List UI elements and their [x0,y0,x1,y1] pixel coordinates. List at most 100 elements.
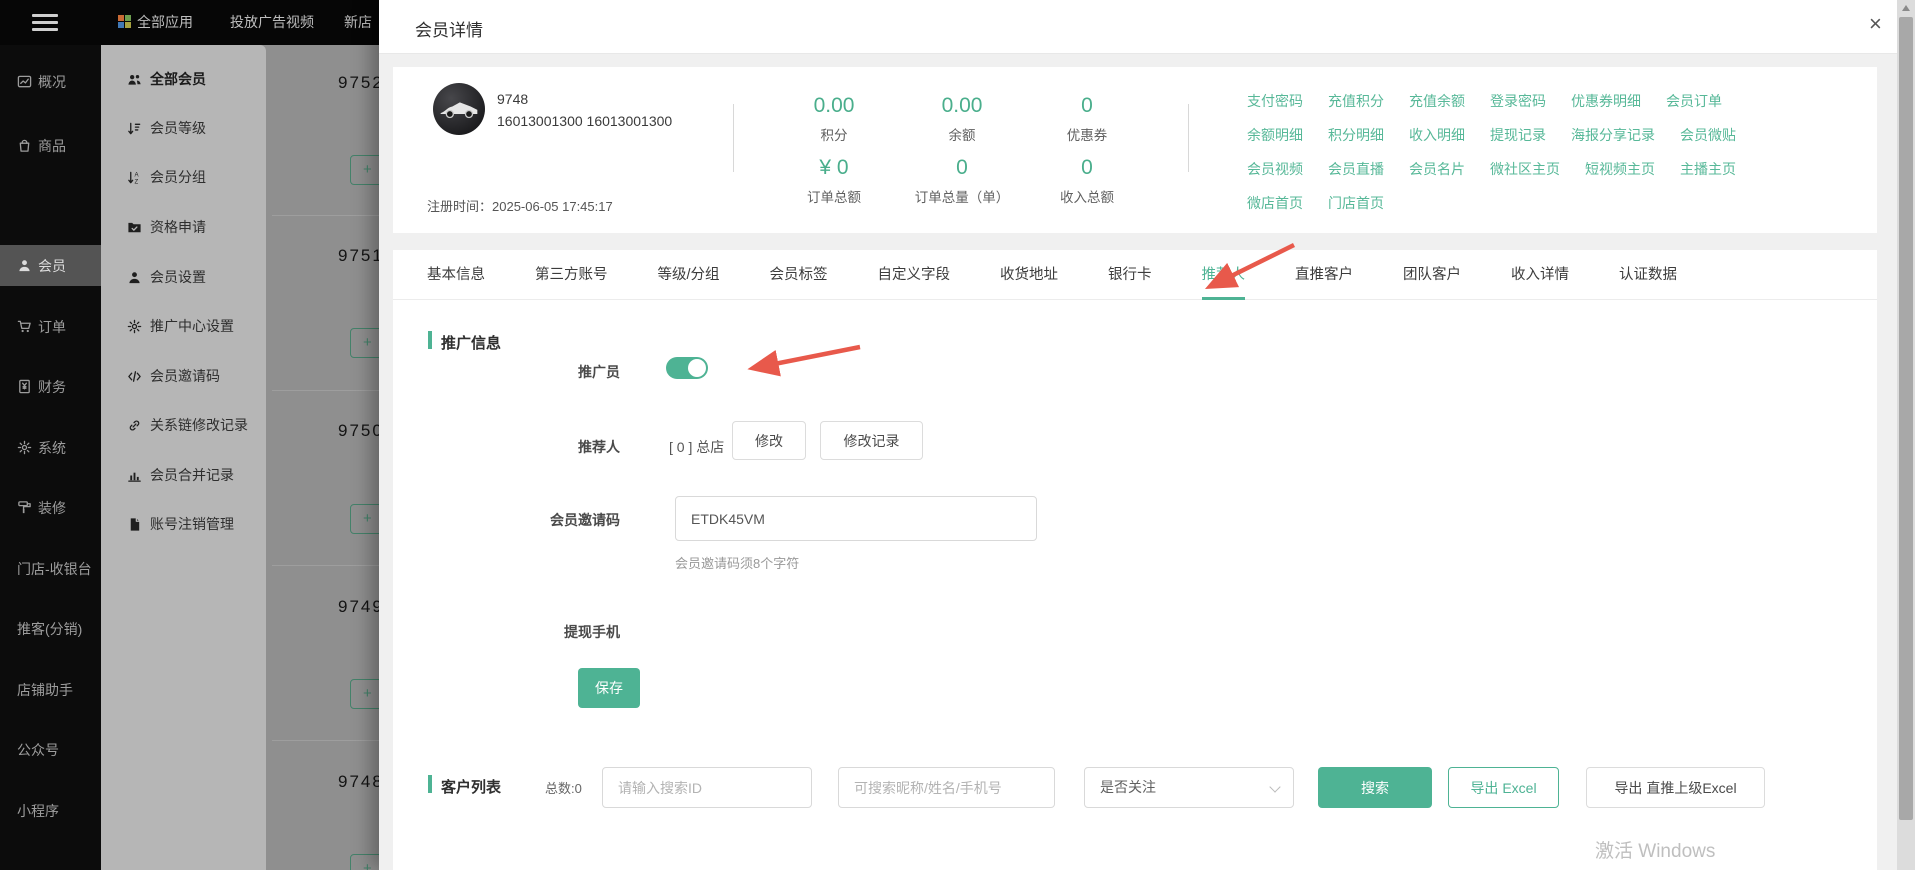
link-member-live[interactable]: 会员直播 [1328,159,1384,179]
submenu-relation-log[interactable]: 关系链修改记录 [101,411,266,439]
tab-custom-fields[interactable]: 自定义字段 [878,250,951,300]
link-pay-password[interactable]: 支付密码 [1247,91,1303,111]
sidebar-item-store-cashier[interactable]: 门店-收银台 [0,548,101,589]
link-balance-detail[interactable]: 余额明细 [1247,125,1303,145]
link-points-detail[interactable]: 积分明细 [1328,125,1384,145]
customers-total: 总数:0 [545,781,582,796]
sort-lines-icon [127,121,142,136]
submenu-merge-log[interactable]: 会员合并记录 [101,461,266,489]
submenu-all-members[interactable]: 全部会员 [101,65,266,93]
gear-icon [17,440,32,455]
search-id-input[interactable] [602,767,812,808]
search-button[interactable]: 搜索 [1318,767,1432,808]
link-coupon-detail[interactable]: 优惠券明细 [1571,91,1641,111]
follow-select[interactable]: 是否关注 [1084,767,1294,808]
link-recharge-balance[interactable]: 充值余额 [1409,91,1465,111]
stat-coupons: 0 优惠券 [1066,94,1108,143]
member-avatar[interactable] [433,83,485,135]
link-member-orders[interactable]: 会员订单 [1666,91,1722,111]
apps-grid-icon [118,15,131,28]
sidebar-item-decorate[interactable]: 装修 [0,487,101,528]
link-community-home[interactable]: 微社区主页 [1490,159,1560,179]
drawer-body: 9748 16013001300 16013001300 注册时间：2025-0… [379,54,1897,870]
sidebar-item-orders[interactable]: 订单 [0,306,101,347]
sidebar-item-system[interactable]: 系统 [0,427,101,468]
link-recharge-points[interactable]: 充值积分 [1328,91,1384,111]
cart-icon [17,319,32,334]
tab-direct-customers[interactable]: 直推客户 [1295,250,1353,300]
modify-log-button[interactable]: 修改记录 [820,421,923,460]
tab-bank-card[interactable]: 银行卡 [1108,250,1152,300]
link-store-home[interactable]: 门店首页 [1328,193,1384,213]
gear-icon [127,319,142,334]
hamburger-menu-icon[interactable] [32,14,58,32]
link-short-video-home[interactable]: 短视频主页 [1585,159,1655,179]
quick-links-row-4: 微店首页 门店首页 [1247,193,1384,213]
sidebar-item-overview[interactable]: 概况 [0,61,101,102]
promoter-toggle[interactable] [666,357,708,379]
nav-ad-video[interactable]: 投放广告视频 [230,0,314,45]
tab-member-tags[interactable]: 会员标签 [770,250,828,300]
link-withdraw-log[interactable]: 提现记录 [1490,125,1546,145]
export-excel-button[interactable]: 导出 Excel [1448,767,1559,808]
invite-code-input[interactable] [675,496,1037,541]
member-summary-card: 9748 16013001300 16013001300 注册时间：2025-0… [393,67,1877,233]
link-anchor-home[interactable]: 主播主页 [1680,159,1736,179]
sidebar-item-mini-program[interactable]: 小程序 [0,790,101,831]
scroll-up-icon[interactable] [1902,5,1910,11]
save-button[interactable]: 保存 [578,668,640,708]
expand-row-button[interactable]: + [350,155,379,185]
tab-level-group[interactable]: 等级/分组 [658,250,720,300]
member-row-id: 9748 [338,772,379,791]
link-poster-share-log[interactable]: 海报分享记录 [1571,125,1655,145]
tab-auth-data[interactable]: 认证数据 [1619,250,1677,300]
link-member-card[interactable]: 会员名片 [1409,159,1465,179]
member-id: 9748 [497,91,529,107]
tab-shipping-address[interactable]: 收货地址 [1000,250,1058,300]
tab-referrer[interactable]: 推荐人 [1201,250,1245,300]
nav-partial-item[interactable]: 新店 [344,0,372,45]
tab-basic-info[interactable]: 基本信息 [427,250,485,300]
tab-team-customers[interactable]: 团队客户 [1403,250,1461,300]
link-login-password[interactable]: 登录密码 [1490,91,1546,111]
expand-row-button[interactable]: + [350,504,379,534]
sidebar-item-shop-assistant[interactable]: 店铺助手 [0,669,101,710]
sidebar-item-finance[interactable]: 财务 [0,366,101,407]
link-microstore-home[interactable]: 微店首页 [1247,193,1303,213]
modify-referrer-button[interactable]: 修改 [732,421,806,460]
expand-row-button[interactable]: + [350,679,379,709]
link-income-detail[interactable]: 收入明细 [1409,125,1465,145]
expand-row-button[interactable]: + [350,328,379,358]
member-row-id: 9750 [338,421,379,440]
paint-roller-icon [17,500,32,515]
browser-scrollbar[interactable] [1897,0,1915,870]
expand-row-button[interactable]: + [350,854,379,870]
export-upline-excel-button[interactable]: 导出 直推上级Excel [1586,767,1765,808]
person-icon [17,258,32,273]
search-name-input[interactable] [838,767,1055,808]
link-member-posts[interactable]: 会员微贴 [1680,125,1736,145]
tab-third-party[interactable]: 第三方账号 [535,250,608,300]
sidebar-item-members[interactable]: 会员 [0,245,101,286]
submenu-invite-code[interactable]: 会员邀请码 [101,362,266,390]
submenu-promo-center[interactable]: 推广中心设置 [101,312,266,340]
submenu-account-logout[interactable]: 账号注销管理 [101,510,266,538]
referrer-label: 推荐人 [578,439,620,455]
member-row-id: 9749 [338,597,379,616]
sidebar-item-goods[interactable]: 商品 [0,125,101,166]
submenu-member-settings[interactable]: 会员设置 [101,263,266,291]
code-icon [127,369,142,384]
quick-links-row-3: 会员视频 会员直播 会员名片 微社区主页 短视频主页 主播主页 [1247,159,1736,179]
referrer-value: [ 0 ] 总店 [669,439,725,455]
sidebar-item-distribution[interactable]: 推客(分销) [0,608,101,649]
nav-all-apps[interactable]: 全部应用 [118,0,193,45]
close-icon[interactable]: × [1865,9,1886,39]
submenu-qualification[interactable]: 资格申请 [101,213,266,241]
submenu-member-level[interactable]: 会员等级 [101,114,266,142]
sidebar-item-official-account[interactable]: 公众号 [0,729,101,770]
submenu-member-group[interactable]: A Z 会员分组 [101,163,266,191]
link-member-video[interactable]: 会员视频 [1247,159,1303,179]
scrollbar-thumb[interactable] [1899,17,1913,820]
tab-income-detail[interactable]: 收入详情 [1511,250,1569,300]
member-list-background: 9752 + 9751 + 9750 + 9749 + 9748 + [266,45,379,870]
